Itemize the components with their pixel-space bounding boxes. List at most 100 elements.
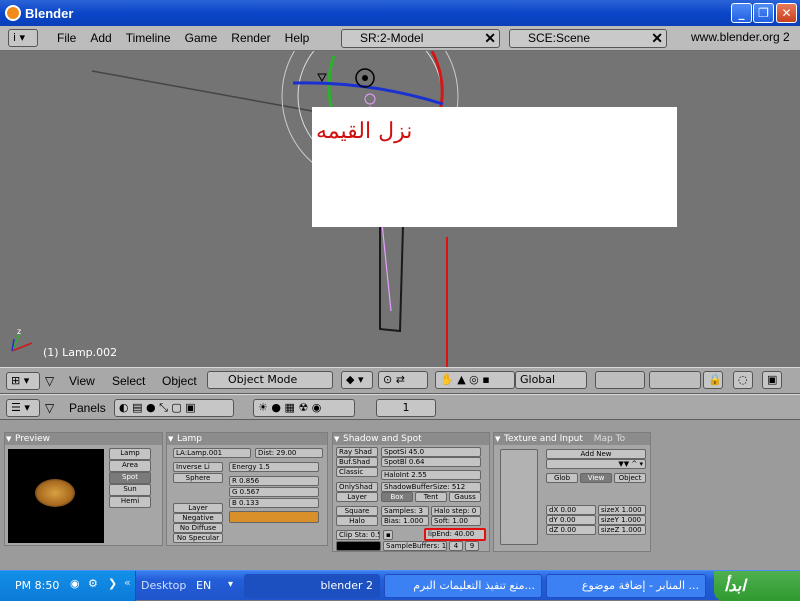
close-button[interactable]: ✕ (776, 3, 797, 23)
dz-field[interactable]: dZ 0.00 (546, 525, 596, 535)
auto-clip-end-icon[interactable]: ▪ (383, 530, 393, 540)
buttons-window-type-button[interactable]: ☰ ▾ (6, 399, 40, 417)
size-x-field[interactable]: sizeX 1.000 (598, 505, 646, 515)
shadow-spot-panel-title[interactable]: Shadow and Spot (333, 433, 489, 445)
sample-buffers-1[interactable]: SampleBuffers: 1 (383, 541, 447, 551)
layer-buttons-2[interactable] (649, 371, 701, 389)
language-indicator[interactable]: EN (196, 579, 211, 592)
no-diffuse-toggle[interactable]: No Diffuse (173, 523, 223, 533)
negative-toggle[interactable]: Negative (173, 513, 223, 523)
sample-buffers-4[interactable]: 4 (449, 541, 463, 551)
no-specular-toggle[interactable]: No Specular (173, 533, 223, 543)
desktop-toolbar-label[interactable]: Desktop (141, 579, 186, 592)
taskbar-dropdown-icon[interactable]: ▾ (228, 579, 233, 590)
layer-buttons-1[interactable] (595, 371, 645, 389)
spot-blend-slider[interactable]: SpotBl 0.64 (381, 457, 481, 467)
texture-input-tab[interactable]: Texture and Input Map To (494, 433, 650, 445)
delete-scene-icon[interactable]: ✕ (651, 30, 663, 47)
map-to-tab[interactable]: Map To (594, 434, 625, 444)
task-browser-1[interactable]: منع تنفيذ التعليمات البرم... (384, 574, 542, 598)
color-r-slider[interactable]: R 0.856 (229, 476, 319, 486)
collapse-menu-icon-2[interactable]: ▽ (45, 401, 54, 415)
tray-network-icon[interactable]: ⚙ (88, 577, 98, 590)
clip-end-field[interactable]: lipEnd: 40.00 (424, 528, 486, 541)
pivot-button[interactable]: ⊙ ⇄ (378, 371, 428, 389)
add-new-texture-button[interactable]: Add New (546, 449, 646, 459)
bias-field[interactable]: Bias: 1.000 (381, 516, 429, 526)
collapse-menu-icon[interactable]: ▽ (45, 374, 54, 388)
menu-timeline[interactable]: Timeline (119, 31, 178, 45)
lamp-type-area[interactable]: Area (109, 460, 151, 472)
texture-coords-row[interactable]: ▼▼ ^ ▾ (546, 459, 646, 469)
texture-channel-list[interactable] (500, 449, 538, 545)
quicklaunch-expand-icon[interactable]: « (124, 576, 131, 589)
shading-context-buttons[interactable]: ☀ ● ▦ ☢ ◉ (253, 399, 355, 417)
classic-button[interactable]: Classic (336, 467, 378, 477)
menu-add[interactable]: Add (83, 31, 118, 45)
color-b-slider[interactable]: B 0.133 (229, 498, 319, 508)
halo-step-field[interactable]: Halo step: 0 (431, 506, 481, 516)
task-browser-2[interactable]: المنابر - إضافة موضوع ... (546, 574, 706, 598)
size-y-field[interactable]: sizeY 1.000 (598, 515, 646, 525)
context-buttons[interactable]: ◐ ▤ ● ⤡ ▢ ▣ (114, 399, 234, 417)
spot-size-slider[interactable]: SpotSi 45.0 (381, 447, 481, 457)
size-z-field[interactable]: sizeZ 1.000 (598, 525, 646, 535)
dy-field[interactable]: dY 0.00 (546, 515, 596, 525)
lamp-type-lamp[interactable]: Lamp (109, 448, 151, 460)
menu-help[interactable]: Help (278, 31, 317, 45)
tray-volume-icon[interactable]: ◉ (70, 577, 80, 590)
orientation-select[interactable]: Global (515, 371, 587, 389)
lamp-type-spot[interactable]: Spot (109, 472, 151, 484)
scene-select[interactable]: SCE:Scene ✕ (509, 29, 667, 48)
lamp-type-sun[interactable]: Sun (109, 484, 151, 496)
minimize-button[interactable]: _ (731, 3, 752, 23)
color-g-slider[interactable]: G 0.567 (229, 487, 319, 497)
shadow-layer-toggle[interactable]: Layer (336, 492, 378, 502)
viewport-type-button[interactable]: ⊞ ▾ (6, 372, 40, 390)
filter-box-button[interactable]: Box (381, 492, 413, 502)
sphere-toggle[interactable]: Sphere (173, 473, 223, 483)
clock[interactable]: PM 8:50 (15, 579, 59, 592)
filter-tent-button[interactable]: Tent (415, 492, 447, 502)
halo-toggle[interactable]: Halo (336, 516, 378, 526)
transform-manipulator-buttons[interactable]: ✋ ▲ ◎ ▪ (435, 371, 515, 389)
lamp-panel-title[interactable]: Lamp (167, 433, 327, 445)
delete-screen-icon[interactable]: ✕ (484, 30, 496, 47)
dx-field[interactable]: dX 0.00 (546, 505, 596, 515)
clip-start-field[interactable]: Clip Sta: 0.50 (336, 530, 380, 540)
view-button[interactable]: View (580, 473, 612, 483)
lamp-name-field[interactable]: LA:Lamp.001 (173, 448, 251, 458)
menu-file[interactable]: File (50, 31, 83, 45)
preview-panel-title[interactable]: Preview (5, 433, 162, 445)
glob-button[interactable]: Glob (546, 473, 578, 483)
lock-layers-icon[interactable]: 🔒 (703, 371, 723, 389)
opengl-render-icon[interactable]: ◌ (733, 371, 753, 389)
filter-gauss-button[interactable]: Gauss (449, 492, 481, 502)
halo-intensity-slider[interactable]: HaloInt 2.55 (381, 470, 481, 480)
sample-buffers-9[interactable]: 9 (465, 541, 479, 551)
menu-game[interactable]: Game (178, 31, 225, 45)
energy-slider[interactable]: Energy 1.5 (229, 462, 319, 472)
menu-select[interactable]: Select (112, 374, 145, 388)
lamp-type-hemi[interactable]: Hemi (109, 496, 151, 508)
render-view-icon[interactable]: ▣ (762, 371, 782, 389)
menu-object[interactable]: Object (162, 374, 197, 388)
start-button[interactable]: ابدأ (714, 571, 800, 601)
samples-field[interactable]: Samples: 3 (381, 506, 429, 516)
info-window-type-button[interactable]: i ▾ (8, 29, 38, 47)
task-blender[interactable]: blender 2 (244, 574, 380, 598)
object-button[interactable]: Object (614, 473, 646, 483)
mode-select[interactable]: Object Mode (207, 371, 333, 389)
lamp-dist-field[interactable]: Dist: 29.00 (255, 448, 323, 458)
inverse-square-toggle[interactable]: Inverse Li (173, 462, 223, 472)
maximize-button[interactable]: ❐ (753, 3, 774, 23)
square-toggle[interactable]: Square (336, 506, 378, 516)
screen-select[interactable]: SR:2-Model ✕ (341, 29, 500, 48)
soft-field[interactable]: Soft: 1.00 (431, 516, 481, 526)
menu-view[interactable]: View (69, 374, 95, 388)
layer-toggle[interactable]: Layer (173, 503, 223, 513)
tray-arrow-icon[interactable]: ❯ (108, 577, 117, 590)
buf-shadow-toggle[interactable]: Buf.Shad (336, 457, 378, 467)
website-link[interactable]: www.blender.org 2 (671, 29, 798, 48)
menu-render[interactable]: Render (224, 31, 277, 45)
